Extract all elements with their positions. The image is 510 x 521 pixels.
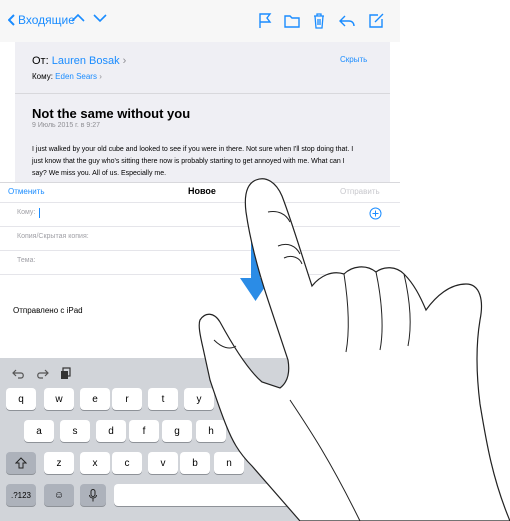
folder-icon[interactable] [283,12,301,30]
sender-name[interactable]: Lauren Bosak [52,55,120,67]
text-cursor [39,208,40,218]
message-body: I just walked by your old cube and looke… [32,144,372,180]
message-date: 9 Июль 2015 г. в 9:27 [32,122,101,129]
key-w[interactable]: w [44,388,74,410]
from-line: От: Lauren Bosak › [32,55,127,67]
redo-icon[interactable] [35,368,49,380]
paste-icon[interactable] [58,367,72,380]
key-s[interactable]: s [60,420,90,442]
chevron-left-icon [8,14,15,26]
key-c[interactable]: c [112,452,142,474]
flag-icon[interactable] [256,12,274,30]
message-subject: Not the same without you [32,106,191,121]
divider [15,93,390,94]
trash-icon[interactable] [310,12,328,30]
key-q[interactable]: q [6,388,36,410]
back-button[interactable]: Входящие [8,13,75,27]
body-line: I just walked by your old cube and looke… [32,146,354,153]
divider [0,274,400,275]
reply-icon[interactable] [338,12,356,30]
from-prefix: От: [32,55,49,67]
key-a[interactable]: a [24,420,54,442]
underscore-key[interactable]: _ [298,484,328,506]
body-line: just know that the guy who's sitting the… [32,158,345,165]
to-field-label: Кому: [17,209,36,216]
shift-key[interactable] [6,452,36,474]
signature-text[interactable]: Отправлено с iPad [13,306,83,315]
space-key[interactable] [114,484,290,506]
key-x[interactable]: x [80,452,110,474]
cc-field-label[interactable]: Копия/Скрытая копия: [17,233,89,240]
hide-button[interactable]: Скрыть [340,55,367,64]
knuckle-line [403,273,411,347]
shift-icon [15,457,27,469]
key-v[interactable]: v [148,452,178,474]
chevron-up-icon[interactable] [71,13,85,23]
key-e[interactable]: e [80,388,110,410]
to-prefix: Кому: [32,72,53,81]
back-label: Входящие [18,13,75,27]
key-f[interactable]: f [129,420,159,442]
numbers-key[interactable]: .?123 [6,484,36,506]
cancel-button[interactable]: Отменить [8,187,45,196]
send-button[interactable]: Отправить [340,187,380,196]
key-t[interactable]: t [148,388,178,410]
microphone-icon [89,488,97,501]
body-line: say? We miss you. All of us. Especially … [32,170,167,177]
divider [0,250,400,251]
chevron-down-icon[interactable] [93,13,107,23]
add-contact-icon[interactable] [369,207,382,220]
dictation-key[interactable] [80,484,106,506]
emoji-key[interactable]: ☺ [44,484,74,506]
recipient-name[interactable]: Eden Sears [55,72,97,81]
compose-sheet [0,182,400,358]
divider [0,202,400,203]
compose-icon[interactable] [367,12,385,30]
keyboard: q w e r t y a s d f g h z x c v b n .?12… [0,358,400,521]
key-y[interactable]: y [184,388,214,410]
subject-field-label[interactable]: Тема: [17,257,35,264]
key-n[interactable]: n [214,452,244,474]
key-b[interactable]: b [180,452,210,474]
key-d[interactable]: d [96,420,126,442]
key-g[interactable]: g [162,420,192,442]
divider [0,226,400,227]
key-z[interactable]: z [44,452,74,474]
key-r[interactable]: r [112,388,142,410]
key-h[interactable]: h [196,420,226,442]
undo-icon[interactable] [12,368,26,380]
compose-title: Новое [188,186,216,196]
to-line: Кому: Eden Sears › [32,72,102,81]
